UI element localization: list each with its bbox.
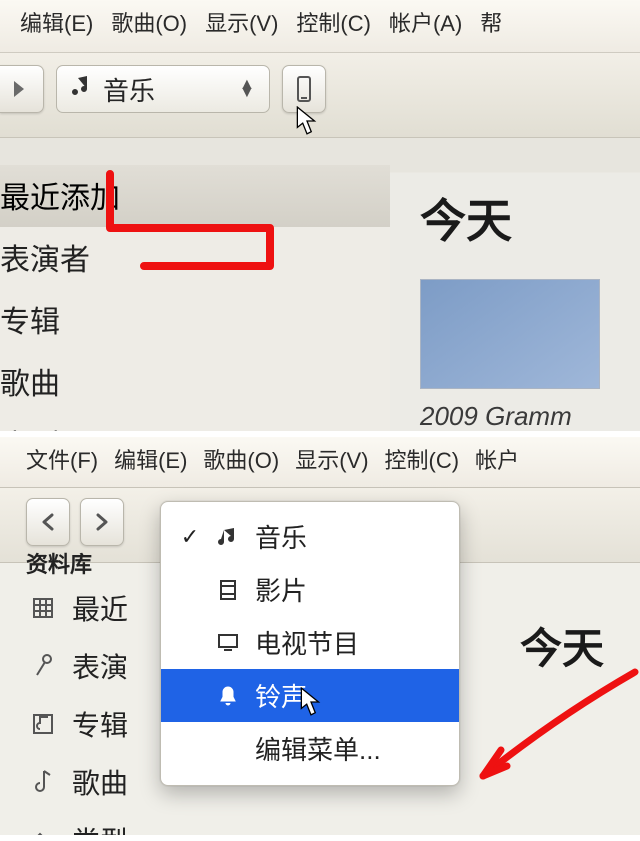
screenshot-top: 编辑(E) 歌曲(O) 显示(V) 控制(C) 帐户(A) 帮 音乐 ▲▼	[0, 0, 640, 437]
sidebar-item-songs[interactable]: 歌曲	[0, 351, 390, 413]
library-dropdown-label: 音乐	[103, 71, 155, 108]
tv-icon	[215, 633, 241, 653]
back-button[interactable]	[26, 498, 70, 546]
menubar: 文件(F) 编辑(E) 歌曲(O) 显示(V) 控制(C) 帐户	[0, 437, 640, 488]
music-note-icon	[215, 526, 241, 548]
music-note-icon	[71, 75, 91, 104]
menu-edit[interactable]: 编辑(E)	[114, 443, 187, 475]
menu-item-label: 电视节目	[255, 624, 359, 661]
album-caption: 2009 Gramm	[420, 401, 640, 432]
menu-item-edit-menu[interactable]: 编辑菜单...	[161, 722, 459, 775]
grid-icon	[28, 597, 58, 619]
sidebar: 最近添加 表演者 专辑 歌曲 类型	[0, 165, 390, 437]
menubar: 编辑(E) 歌曲(O) 显示(V) 控制(C) 帐户(A) 帮	[0, 0, 640, 53]
sidebar-item-label: 类型	[72, 820, 128, 835]
menu-item-ringtones[interactable]: 铃声	[161, 669, 459, 722]
up-down-chevron-icon: ▲▼	[239, 81, 255, 97]
menu-item-label: 铃声	[255, 677, 307, 714]
menu-help[interactable]: 帮	[480, 6, 502, 38]
sidebar-item-recently-added[interactable]: 最近添加	[0, 165, 390, 227]
menu-edit[interactable]: 编辑(E)	[20, 6, 93, 38]
sidebar-item-recently-added[interactable]: 最近	[26, 580, 128, 638]
sidebar-item-label: 最近	[72, 588, 128, 628]
sidebar-item-label: 表演	[72, 646, 128, 686]
section-title-today: 今天	[420, 185, 640, 251]
menu-item-tv[interactable]: 电视节目	[161, 616, 459, 669]
library-header: 资料库	[26, 547, 92, 579]
guitar-icon	[28, 828, 58, 835]
menu-control[interactable]: 控制(C)	[296, 6, 371, 38]
sidebar-item-label: 专辑	[72, 704, 128, 744]
library-dropdown-menu: ✓ 音乐 影片 电视节目 铃声	[160, 501, 460, 786]
menu-song[interactable]: 歌曲(O)	[203, 443, 279, 475]
menu-item-label: 音乐	[255, 518, 307, 555]
album-thumbnail[interactable]	[420, 279, 600, 389]
menu-view[interactable]: 显示(V)	[205, 6, 278, 38]
sidebar-item-label: 歌曲	[72, 762, 128, 802]
toolbar: 音乐 ▲▼	[0, 53, 640, 138]
bell-icon	[215, 685, 241, 707]
content-right: 今天 2009 Gramm	[420, 185, 640, 432]
menu-song[interactable]: 歌曲(O)	[111, 6, 187, 38]
sidebar-item-albums[interactable]: 专辑	[0, 289, 390, 351]
device-button[interactable]	[282, 65, 326, 113]
forward-button[interactable]	[80, 498, 124, 546]
menu-item-label: 影片	[255, 571, 307, 608]
sidebar: 最近 表演 专辑 歌曲 类型	[26, 580, 128, 835]
phone-icon	[295, 75, 313, 103]
menu-control[interactable]: 控制(C)	[385, 443, 460, 475]
sidebar-item-genres[interactable]: 类型	[26, 812, 128, 835]
menu-item-label: 编辑菜单...	[255, 730, 381, 767]
menu-item-music[interactable]: ✓ 音乐	[161, 510, 459, 563]
sidebar-item-genres[interactable]: 类型	[0, 413, 390, 437]
menu-file[interactable]: 文件(F)	[26, 443, 98, 475]
check-icon: ✓	[179, 524, 201, 550]
menu-view[interactable]: 显示(V)	[295, 443, 368, 475]
menu-account[interactable]: 帐户(A)	[389, 6, 462, 38]
album-icon	[28, 713, 58, 735]
microphone-icon	[28, 653, 58, 679]
menu-item-movies[interactable]: 影片	[161, 563, 459, 616]
music-note-icon	[28, 769, 58, 795]
forward-button[interactable]	[0, 65, 44, 113]
film-icon	[215, 579, 241, 601]
sidebar-item-albums[interactable]: 专辑	[26, 696, 128, 754]
content-right: 今天	[520, 615, 640, 676]
menu-account[interactable]: 帐户	[475, 443, 519, 475]
section-title-today: 今天	[520, 615, 640, 676]
library-dropdown[interactable]: 音乐 ▲▼	[56, 65, 270, 113]
screenshot-bottom: 文件(F) 编辑(E) 歌曲(O) 显示(V) 控制(C) 帐户 资料库 最近 …	[0, 437, 640, 835]
sidebar-item-songs[interactable]: 歌曲	[26, 754, 128, 812]
sidebar-item-artists[interactable]: 表演者	[0, 227, 390, 289]
sidebar-item-artists[interactable]: 表演	[26, 638, 128, 696]
